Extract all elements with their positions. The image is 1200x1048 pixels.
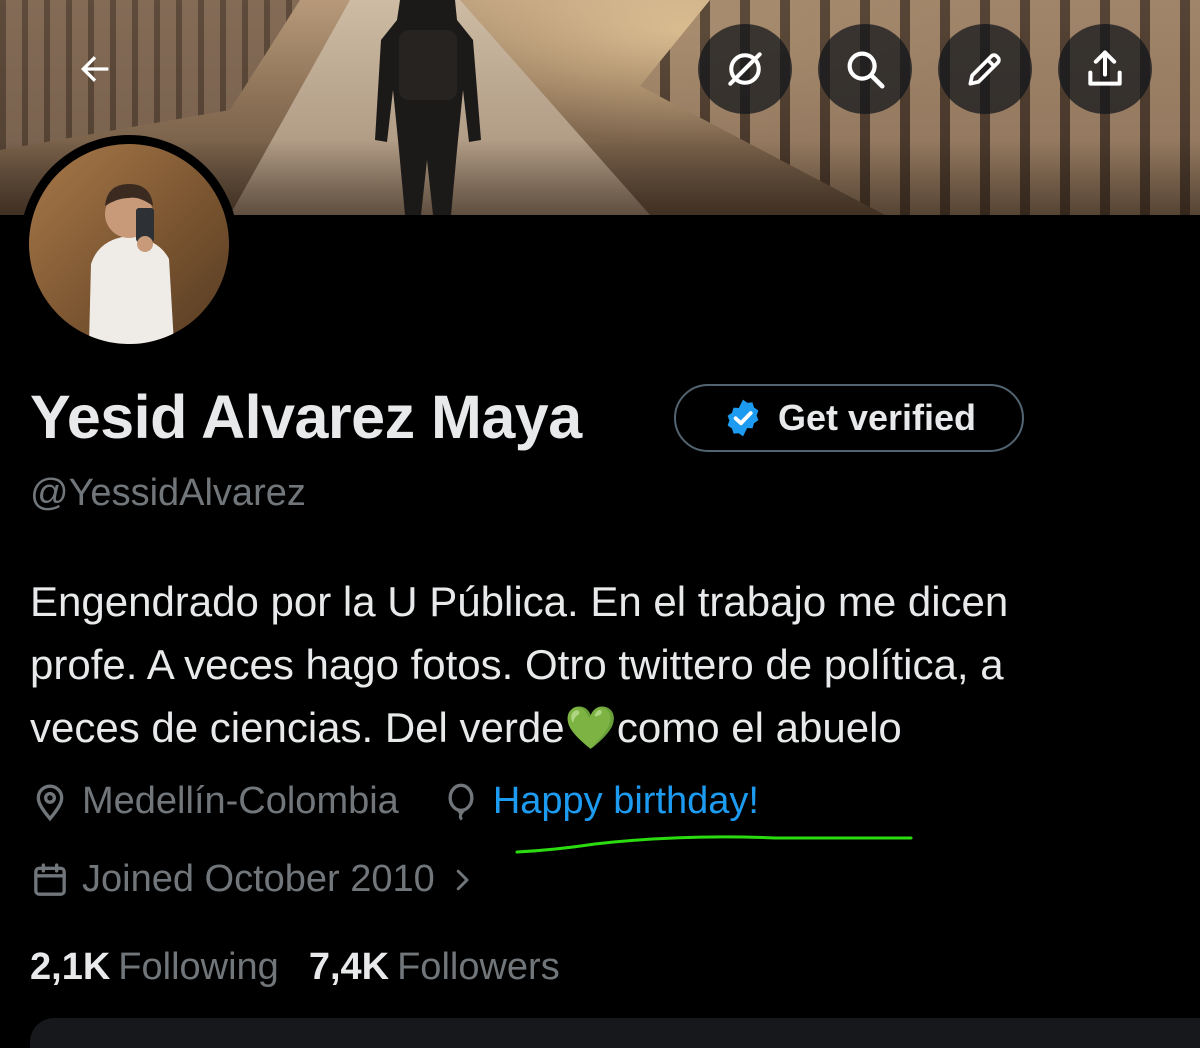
grok-icon: [728, 52, 762, 86]
profile-name: Yesid Alvarez Maya: [30, 383, 582, 451]
get-verified-label: Get verified: [777, 397, 977, 438]
profile-bio: Engendrado por la U Pública. En el traba…: [30, 570, 1170, 759]
follow-stats: 2,1K Following 7,4K Followers: [30, 946, 560, 989]
bio-line-2: profe. A veces hago fotos. Otro twittero…: [30, 641, 1004, 688]
arrow-left-icon: [81, 56, 109, 82]
balloon-icon: [448, 783, 474, 821]
edit-button[interactable]: [938, 24, 1032, 114]
joined-text: Joined October 2010: [82, 858, 435, 900]
search-icon: [847, 51, 885, 89]
green-highlight-underline: [515, 835, 913, 854]
banner-person: [375, 0, 481, 215]
avatar-frame[interactable]: [20, 135, 238, 353]
pencil-icon: [968, 53, 1001, 86]
grok-button[interactable]: [698, 24, 792, 114]
following-label: Following: [118, 946, 279, 988]
avatar[interactable]: [29, 144, 229, 344]
birthday-link[interactable]: Happy birthday!: [493, 780, 759, 823]
following-count: 2,1K: [30, 946, 111, 988]
bio-line-3-text: veces de ciencias. Del verde: [30, 704, 565, 751]
bio-line-1: Engendrado por la U Pública. En el traba…: [30, 578, 1009, 625]
joined-item[interactable]: Joined October 2010: [30, 858, 477, 901]
birthday-item[interactable]: Happy birthday!: [441, 780, 759, 823]
followers-count: 7,4K: [308, 946, 390, 988]
verified-badge-icon: [727, 399, 759, 437]
chevron-right-icon: [456, 869, 469, 890]
followers-link[interactable]: 7,4K Followers: [309, 946, 560, 989]
avatar-photo: [89, 184, 174, 344]
followers-label: Followers: [397, 946, 560, 988]
share-button[interactable]: [1058, 24, 1152, 114]
back-button[interactable]: [48, 24, 142, 114]
profile-meta-row-2[interactable]: Joined October 2010: [30, 858, 477, 901]
calendar-icon: [34, 862, 66, 896]
get-verified-button[interactable]: Get verified: [674, 384, 1024, 452]
search-button[interactable]: [818, 24, 912, 114]
location-pin-icon: [36, 784, 64, 821]
bottom-card-edge: [30, 1018, 1200, 1048]
profile-meta-row-1: Medellín-Colombia Happy birthday!: [30, 780, 759, 823]
green-heart-emoji: 💚: [564, 704, 617, 751]
profile-handle: @YessidAlvarez: [30, 472, 306, 514]
following-link[interactable]: 2,1K Following: [30, 946, 279, 989]
location-text: Medellín-Colombia: [82, 780, 399, 822]
bio-line-3-tail: como el abuelo: [616, 704, 902, 751]
location-item: Medellín-Colombia: [30, 780, 399, 823]
bio-line-3: veces de ciencias. Del verde💚como el abu…: [30, 696, 1170, 759]
share-icon: [1088, 50, 1122, 86]
